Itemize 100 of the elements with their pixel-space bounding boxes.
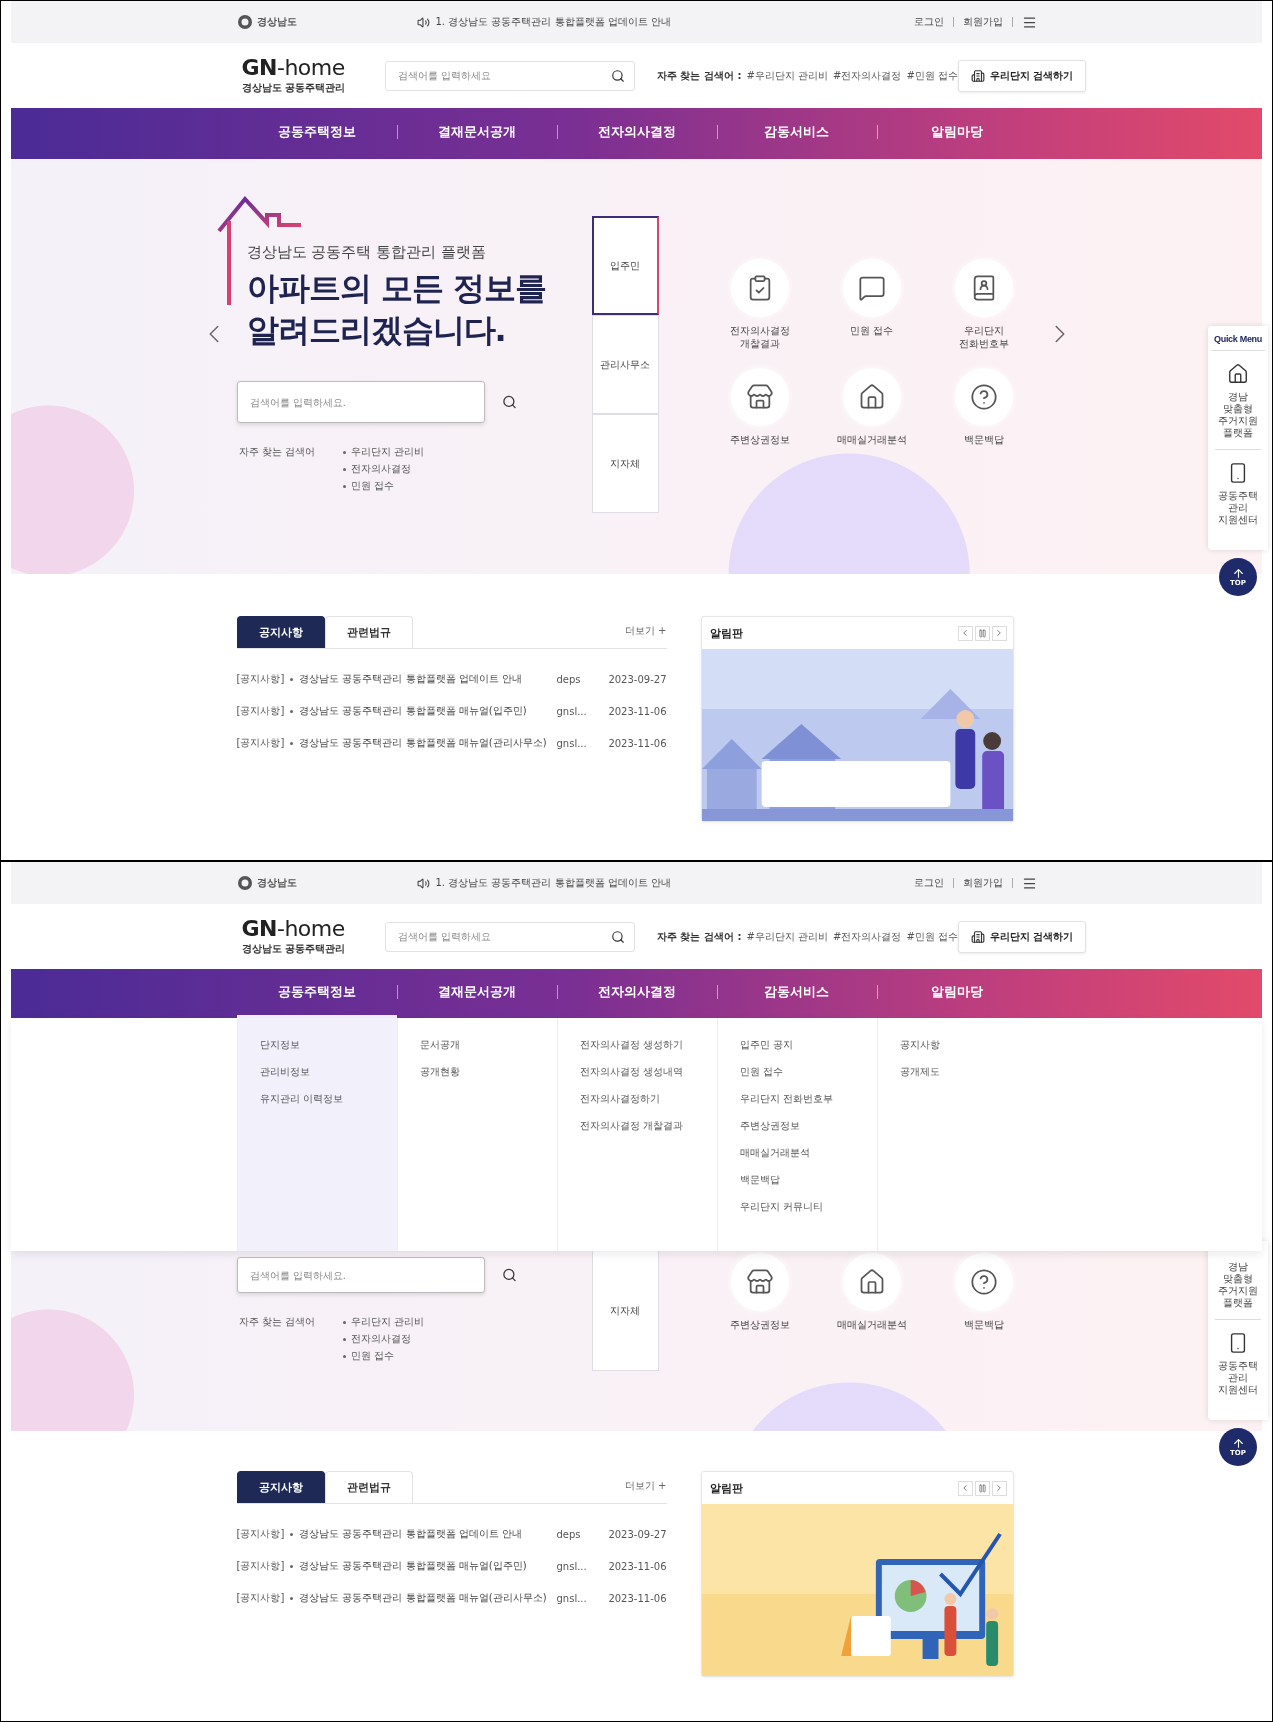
- notice-title[interactable]: 경상남도 공동주택관리 통합플랫폼 매뉴얼(관리사무소): [299, 1591, 547, 1605]
- menu-link[interactable]: 매매실거래분석: [739, 1146, 810, 1160]
- pause-button[interactable]: [974, 1480, 990, 1496]
- notice-title[interactable]: 경상남도 공동주택관리 통합플랫폼 업데이트 안내: [299, 1527, 523, 1541]
- quick-menu-item[interactable]: 공동주택 관리 지원센터: [1215, 450, 1261, 536]
- menu-link[interactable]: 전자의사결정 생성하기: [579, 1038, 683, 1052]
- notice-title[interactable]: 경상남도 공동주택관리 통합플랫폼 업데이트 안내: [299, 672, 523, 686]
- popular-tag[interactable]: #전자의사결정: [833, 929, 902, 944]
- menu-link[interactable]: 공지사항: [899, 1038, 940, 1052]
- popular-link[interactable]: 우리단지 관리비: [350, 445, 425, 460]
- menu-link[interactable]: 우리단지 커뮤니티: [739, 1200, 823, 1214]
- nav-tab[interactable]: 공동주택정보: [236, 108, 397, 159]
- audience-tab[interactable]: 입주민: [591, 216, 659, 315]
- previous-button[interactable]: [957, 1480, 973, 1496]
- notice-date: 2023-09-27: [607, 1528, 667, 1540]
- menu-icon[interactable]: [1021, 875, 1037, 891]
- menu-link[interactable]: 공개제도: [899, 1065, 940, 1079]
- quick-menu-item[interactable]: 공동주택 관리 지원센터: [1215, 1320, 1261, 1406]
- nav-tab[interactable]: 감동서비스: [716, 108, 877, 159]
- nav-tab[interactable]: 전자의사결정: [556, 969, 717, 1018]
- more-link[interactable]: 더보기 +: [624, 1479, 667, 1493]
- bullet-icon: [342, 484, 346, 488]
- popular-label: 자주 찾는 검색어: [238, 445, 315, 460]
- menu-icon[interactable]: [1021, 14, 1037, 30]
- emblem-icon: [236, 875, 253, 891]
- notice-tab[interactable]: 공지사항: [236, 1471, 325, 1503]
- top-link[interactable]: 회원가입: [953, 17, 1013, 27]
- menu-link[interactable]: 관리비정보: [259, 1065, 310, 1079]
- notice-date: 2023-11-06: [607, 1560, 667, 1572]
- service-button[interactable]: 전자의사결정 개찰결과: [703, 259, 816, 350]
- menu-link[interactable]: 전자의사결정 개찰결과: [579, 1119, 683, 1133]
- service-button[interactable]: 주변상권정보: [703, 1253, 816, 1332]
- notice-ticker[interactable]: 1. 경상남도 공동주택관리 통합플랫폼 업데이트 안내: [435, 876, 671, 890]
- popular-tag[interactable]: #우리단지 관리비: [746, 68, 828, 83]
- nav-tab[interactable]: 결재문서공개: [396, 969, 557, 1018]
- nav-tab[interactable]: 감동서비스: [716, 969, 877, 1018]
- menu-link[interactable]: 문서공개: [419, 1038, 460, 1052]
- quick-menu-item[interactable]: 경남 맞춤형 주거지원 플랫폼: [1215, 1249, 1261, 1320]
- popular-tag[interactable]: #민원 접수: [906, 68, 958, 83]
- logo-subtitle: 경상남도 공동주택관리: [241, 941, 345, 956]
- nav-tab[interactable]: 알림마당: [876, 108, 1037, 159]
- popular-tag[interactable]: #우리단지 관리비: [746, 929, 828, 944]
- chevron-left-icon: [960, 1483, 970, 1493]
- audience-tab[interactable]: 지자체: [591, 1251, 659, 1371]
- menu-link[interactable]: 전자의사결정 생성내역: [579, 1065, 683, 1079]
- popular-link[interactable]: 민원 접수: [350, 479, 395, 494]
- top-link[interactable]: 로그인: [904, 878, 954, 888]
- menu-link[interactable]: 공개현황: [419, 1065, 460, 1079]
- service-button[interactable]: 민원 접수: [815, 259, 928, 350]
- nav-tab[interactable]: 알림마당: [876, 969, 1037, 1018]
- notice-ticker[interactable]: 1. 경상남도 공동주택관리 통합플랫폼 업데이트 안내: [435, 15, 671, 29]
- nav-tab[interactable]: 전자의사결정: [556, 108, 717, 159]
- service-button[interactable]: 백문백답: [927, 1253, 1040, 1332]
- menu-link[interactable]: 민원 접수: [739, 1065, 783, 1079]
- top-link[interactable]: 로그인: [904, 17, 954, 27]
- bullet-icon: [290, 1532, 294, 1536]
- popular-link[interactable]: 전자의사결정: [350, 1332, 411, 1346]
- popular-link[interactable]: 전자의사결정: [350, 462, 411, 477]
- popular-link[interactable]: 우리단지 관리비: [350, 1315, 425, 1329]
- notice-category: [공지사항]: [236, 1591, 285, 1605]
- service-button[interactable]: 매매실거래분석: [815, 1253, 928, 1332]
- menu-link[interactable]: 주변상권정보: [739, 1119, 800, 1133]
- popular-tag[interactable]: #민원 접수: [906, 929, 958, 944]
- find-complex-button[interactable]: 우리단지 검색하기: [957, 920, 1087, 953]
- notice-tab[interactable]: 공지사항: [236, 616, 325, 648]
- notice-title[interactable]: 경상남도 공동주택관리 통합플랫폼 매뉴얼(입주민): [299, 1559, 527, 1573]
- previous-button[interactable]: [957, 625, 973, 641]
- search-field[interactable]: 검색어를 입력하세요.: [236, 381, 485, 424]
- menu-link[interactable]: 우리단지 전화번호부: [739, 1092, 833, 1106]
- menu-link[interactable]: 단지정보: [259, 1038, 300, 1052]
- menu-link[interactable]: 유지관리 이력정보: [259, 1092, 343, 1106]
- menu-link[interactable]: 백문백답: [739, 1173, 780, 1187]
- audience-tab[interactable]: 지자체: [591, 414, 659, 513]
- more-link[interactable]: 더보기 +: [624, 624, 667, 638]
- quick-menu-item[interactable]: 경남 맞춤형 주거지원 플랫폼: [1215, 351, 1261, 450]
- top-link[interactable]: 회원가입: [953, 878, 1013, 888]
- service-button[interactable]: 백문백답: [927, 368, 1040, 447]
- service-button[interactable]: 매매실거래분석: [815, 368, 928, 447]
- search-field[interactable]: 검색어를 입력하세요.: [236, 1257, 485, 1293]
- search-icon[interactable]: [611, 929, 625, 944]
- service-button[interactable]: 주변상권정보: [703, 368, 816, 447]
- notice-title[interactable]: 경상남도 공동주택관리 통합플랫폼 매뉴얼(관리사무소): [299, 736, 547, 750]
- pause-button[interactable]: [974, 625, 990, 641]
- menu-link[interactable]: 전자의사결정하기: [579, 1092, 660, 1106]
- notice-tab[interactable]: 관련법규: [324, 616, 413, 648]
- notice-tab[interactable]: 관련법규: [324, 1471, 413, 1503]
- building-icon: [970, 68, 985, 83]
- popular-link[interactable]: 민원 접수: [350, 1349, 395, 1363]
- search-field[interactable]: 검색어를 입력하세요: [385, 60, 635, 91]
- audience-tab[interactable]: 관리사무소: [591, 315, 659, 414]
- popular-tag[interactable]: #전자의사결정: [833, 68, 902, 83]
- service-button[interactable]: 우리단지 전화번호부: [927, 259, 1040, 350]
- menu-link[interactable]: 입주민 공지: [739, 1038, 793, 1052]
- nav-tab[interactable]: 결재문서공개: [396, 108, 557, 159]
- find-complex-button[interactable]: 우리단지 검색하기: [957, 59, 1087, 92]
- search-icon[interactable]: [611, 68, 625, 83]
- search-icon[interactable]: [501, 394, 517, 410]
- search-field[interactable]: 검색어를 입력하세요: [385, 921, 635, 952]
- notice-title[interactable]: 경상남도 공동주택관리 통합플랫폼 매뉴얼(입주민): [299, 704, 527, 718]
- search-icon[interactable]: [501, 1267, 517, 1283]
